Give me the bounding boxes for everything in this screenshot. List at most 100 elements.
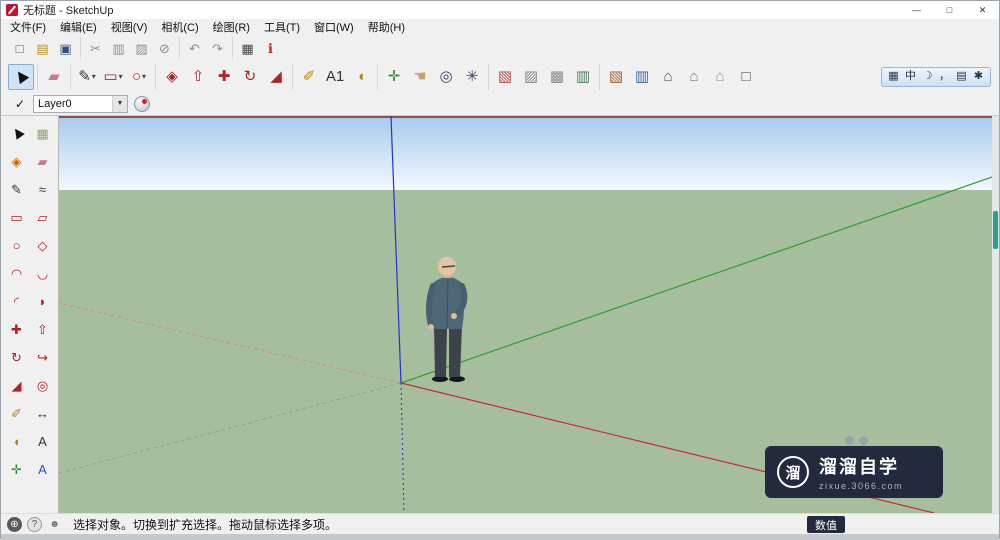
menu-tools[interactable]: 工具(T) (257, 19, 307, 35)
line-dropdown-arrow-icon[interactable]: ▾ (92, 72, 96, 81)
freehand[interactable]: ≈ (30, 175, 56, 203)
paint-bucket[interactable]: ◈ (159, 64, 185, 90)
menu-window[interactable]: 窗口(W) (307, 19, 361, 35)
layer-manager-icon[interactable] (134, 95, 150, 112)
push-pull[interactable]: ⇧ (30, 315, 56, 343)
save[interactable]: ▣ (54, 37, 77, 59)
circle[interactable]: ○ ▾ (126, 64, 152, 90)
ime-punct[interactable]: ， (937, 69, 952, 85)
select[interactable]: ▶ (4, 119, 30, 147)
look-around[interactable]: ☚ (407, 64, 433, 90)
ime-grid[interactable]: ▦ (886, 69, 901, 85)
three-point-arc[interactable]: ◜ (4, 287, 30, 315)
layer-dropdown[interactable]: Layer0 ▼ (33, 94, 128, 113)
text-tool-icon: A (38, 433, 47, 449)
axes[interactable]: ✛ (4, 455, 30, 483)
circle[interactable]: ○ (4, 231, 30, 259)
push-pull-icon: ⇧ (37, 321, 48, 337)
tape-measure[interactable]: ✐ (4, 399, 30, 427)
rotate[interactable]: ↻ (4, 343, 30, 371)
circle-dropdown-arrow-icon[interactable]: ▾ (142, 72, 146, 81)
rectangle-dropdown-arrow-icon[interactable]: ▾ (119, 72, 123, 81)
menu-view[interactable]: 视图(V) (104, 19, 155, 35)
pie-icon: ◗ (38, 293, 47, 309)
follow-me[interactable]: ↪ (30, 343, 56, 371)
line[interactable]: ✎ ▾ (74, 64, 100, 90)
zoom[interactable]: ◎ (433, 64, 459, 90)
erase[interactable]: ⊘ (153, 37, 176, 59)
scale[interactable]: ◢ (4, 371, 30, 399)
print[interactable]: ▦ (236, 37, 259, 59)
house-2[interactable]: ⌂ (681, 64, 707, 90)
offset[interactable]: ◎ (30, 371, 56, 399)
move[interactable]: ✚ (4, 315, 30, 343)
warehouse-box[interactable]: ▧ (603, 64, 629, 90)
ime-halfwidth[interactable]: ☽ (920, 69, 935, 85)
status-globe-icon[interactable]: ⊕ (7, 516, 22, 532)
rectangle[interactable]: ▭ ▾ (100, 64, 126, 90)
line[interactable]: ✎ (4, 175, 30, 203)
maximize-button[interactable]: □ (933, 1, 966, 19)
rectangle[interactable]: ▭ (4, 203, 30, 231)
menu-draw[interactable]: 绘图(R) (206, 19, 257, 35)
menu-edit[interactable]: 编辑(E) (53, 19, 104, 35)
crate[interactable]: □ (733, 64, 759, 90)
minimize-button[interactable]: — (900, 1, 933, 19)
model-info[interactable]: ℹ (259, 37, 282, 59)
pie[interactable]: ◗ (30, 287, 56, 315)
right-edge-marker[interactable] (993, 211, 998, 249)
circle-icon: ○ (12, 237, 21, 253)
menu-camera[interactable]: 相机(C) (154, 19, 205, 35)
make-component[interactable]: ▦ (30, 119, 56, 147)
three-point-arc-icon: ◜ (13, 293, 20, 309)
house-3[interactable]: ⌂ (707, 64, 733, 90)
rotate[interactable]: ↻ (237, 64, 263, 90)
section-plane[interactable]: ▧ (492, 64, 518, 90)
rotated-rectangle[interactable]: ▱ (30, 203, 56, 231)
tape-measure[interactable]: ✐ (296, 64, 322, 90)
eraser[interactable]: ▰ (41, 64, 67, 90)
text[interactable]: A1 (322, 64, 348, 90)
select[interactable]: ▶ (8, 63, 34, 90)
two-point-arc[interactable]: ◡ (30, 259, 56, 287)
dimensions[interactable]: ↔ (30, 399, 56, 427)
menu-help[interactable]: 帮助(H) (361, 19, 412, 35)
eraser[interactable]: ▰ (30, 147, 56, 175)
open[interactable]: ▤ (31, 37, 54, 59)
new[interactable]: □ (8, 37, 31, 59)
text-tool[interactable]: A (30, 427, 56, 455)
ime-mode[interactable]: 中 (903, 69, 918, 85)
protractor[interactable]: ◖ (4, 427, 30, 455)
section-display-planes[interactable]: ▩ (544, 64, 570, 90)
ime-keyboard[interactable]: ▤ (954, 69, 969, 85)
section-display-cuts[interactable]: ▨ (518, 64, 544, 90)
paint-bucket[interactable]: ◈ (4, 147, 30, 175)
protractor[interactable]: ◖ (348, 64, 374, 90)
redo[interactable]: ↷ (206, 37, 229, 59)
ime-tools[interactable]: ✱ (971, 69, 986, 85)
axes[interactable]: ✛ (381, 64, 407, 90)
layer-visible-check[interactable]: ✓ (11, 95, 29, 113)
undo[interactable]: ↶ (183, 37, 206, 59)
copy-icon: ▥ (112, 40, 125, 56)
status-help-icon[interactable]: ? (27, 516, 42, 532)
polygon[interactable]: ◇ (30, 231, 56, 259)
arc[interactable]: ◠ (4, 259, 30, 287)
house-1[interactable]: ⌂ (655, 64, 681, 90)
section-fill[interactable]: ▥ (570, 64, 596, 90)
ime-punct-icon: ， (939, 70, 950, 82)
component-book[interactable]: ▥ (629, 64, 655, 90)
layer-dropdown-arrow-icon[interactable]: ▼ (112, 95, 127, 112)
viewport[interactable]: 溜 溜溜自学 zixue.3066.com (58, 116, 992, 513)
menu-file[interactable]: 文件(F) (3, 19, 53, 35)
push-pull[interactable]: ⇧ (185, 64, 211, 90)
status-user-icon[interactable]: ☻ (47, 517, 62, 532)
zoom-extents[interactable]: ✳ (459, 64, 485, 90)
move[interactable]: ✚ (211, 64, 237, 90)
copy[interactable]: ▥ (107, 37, 130, 59)
3d-text[interactable]: A (30, 455, 56, 483)
cut[interactable]: ✂ (84, 37, 107, 59)
close-button[interactable]: ✕ (966, 1, 999, 19)
paste[interactable]: ▨ (130, 37, 153, 59)
scale[interactable]: ◢ (263, 64, 289, 90)
